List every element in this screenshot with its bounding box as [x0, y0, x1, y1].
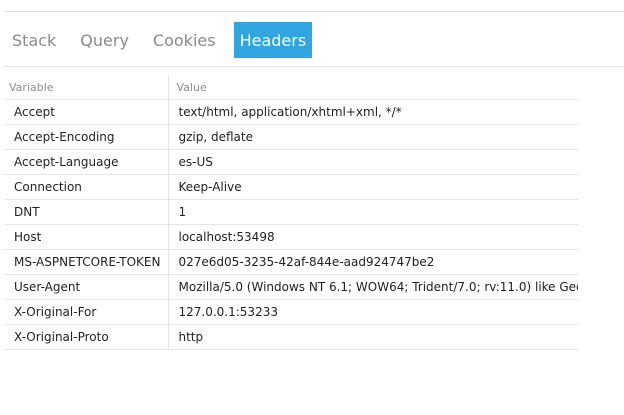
value-cell: es-US — [168, 149, 578, 175]
table-row: Accept-Encoding gzip, deflate — [5, 124, 578, 150]
variable-cell: DNT — [5, 199, 169, 225]
variable-cell: Host — [5, 224, 169, 250]
table-row: MS-ASPNETCORE-TOKEN 027e6d05-3235-42af-8… — [5, 249, 578, 275]
table-header-row: Variable Value — [5, 75, 578, 100]
value-cell: 1 — [168, 199, 578, 225]
variable-cell: Accept-Language — [5, 149, 169, 175]
variable-cell: MS-ASPNETCORE-TOKEN — [5, 249, 169, 275]
tab-query[interactable]: Query — [74, 22, 135, 58]
table-row: DNT 1 — [5, 199, 578, 225]
column-header-variable: Variable — [5, 75, 169, 100]
variable-cell: Connection — [5, 174, 169, 200]
tab-cookies[interactable]: Cookies — [147, 22, 222, 58]
value-cell: 027e6d05-3235-42af-844e-aad924747be2 — [168, 249, 578, 275]
value-cell: http — [168, 324, 578, 350]
tab-headers[interactable]: Headers — [233, 22, 313, 58]
table-row: X-Original-For 127.0.0.1:53233 — [5, 299, 578, 325]
table-row: X-Original-Proto http — [5, 324, 578, 350]
value-cell: 127.0.0.1:53233 — [168, 299, 578, 325]
table-row: User-Agent Mozilla/5.0 (Windows NT 6.1; … — [5, 274, 578, 300]
table-row: Connection Keep-Alive — [5, 174, 578, 200]
tab-bar: Stack Query Cookies Headers — [6, 22, 313, 58]
headers-table: Variable Value Accept text/html, applica… — [5, 75, 578, 350]
variable-cell: Accept-Encoding — [5, 124, 169, 150]
variable-cell: Accept — [5, 99, 169, 125]
tab-stack[interactable]: Stack — [6, 22, 62, 58]
variable-cell: X-Original-Proto — [5, 324, 169, 350]
value-cell: localhost:53498 — [168, 224, 578, 250]
tab-divider — [4, 66, 624, 67]
table-row: Accept-Language es-US — [5, 149, 578, 175]
top-divider — [4, 11, 624, 12]
value-cell: Mozilla/5.0 (Windows NT 6.1; WOW64; Trid… — [168, 274, 578, 300]
variable-cell: X-Original-For — [5, 299, 169, 325]
value-cell: Keep-Alive — [168, 174, 578, 200]
value-cell: gzip, deflate — [168, 124, 578, 150]
column-header-value: Value — [168, 75, 578, 100]
table-row: Accept text/html, application/xhtml+xml,… — [5, 99, 578, 125]
table-row: Host localhost:53498 — [5, 224, 578, 250]
value-cell: text/html, application/xhtml+xml, */* — [168, 99, 578, 125]
variable-cell: User-Agent — [5, 274, 169, 300]
